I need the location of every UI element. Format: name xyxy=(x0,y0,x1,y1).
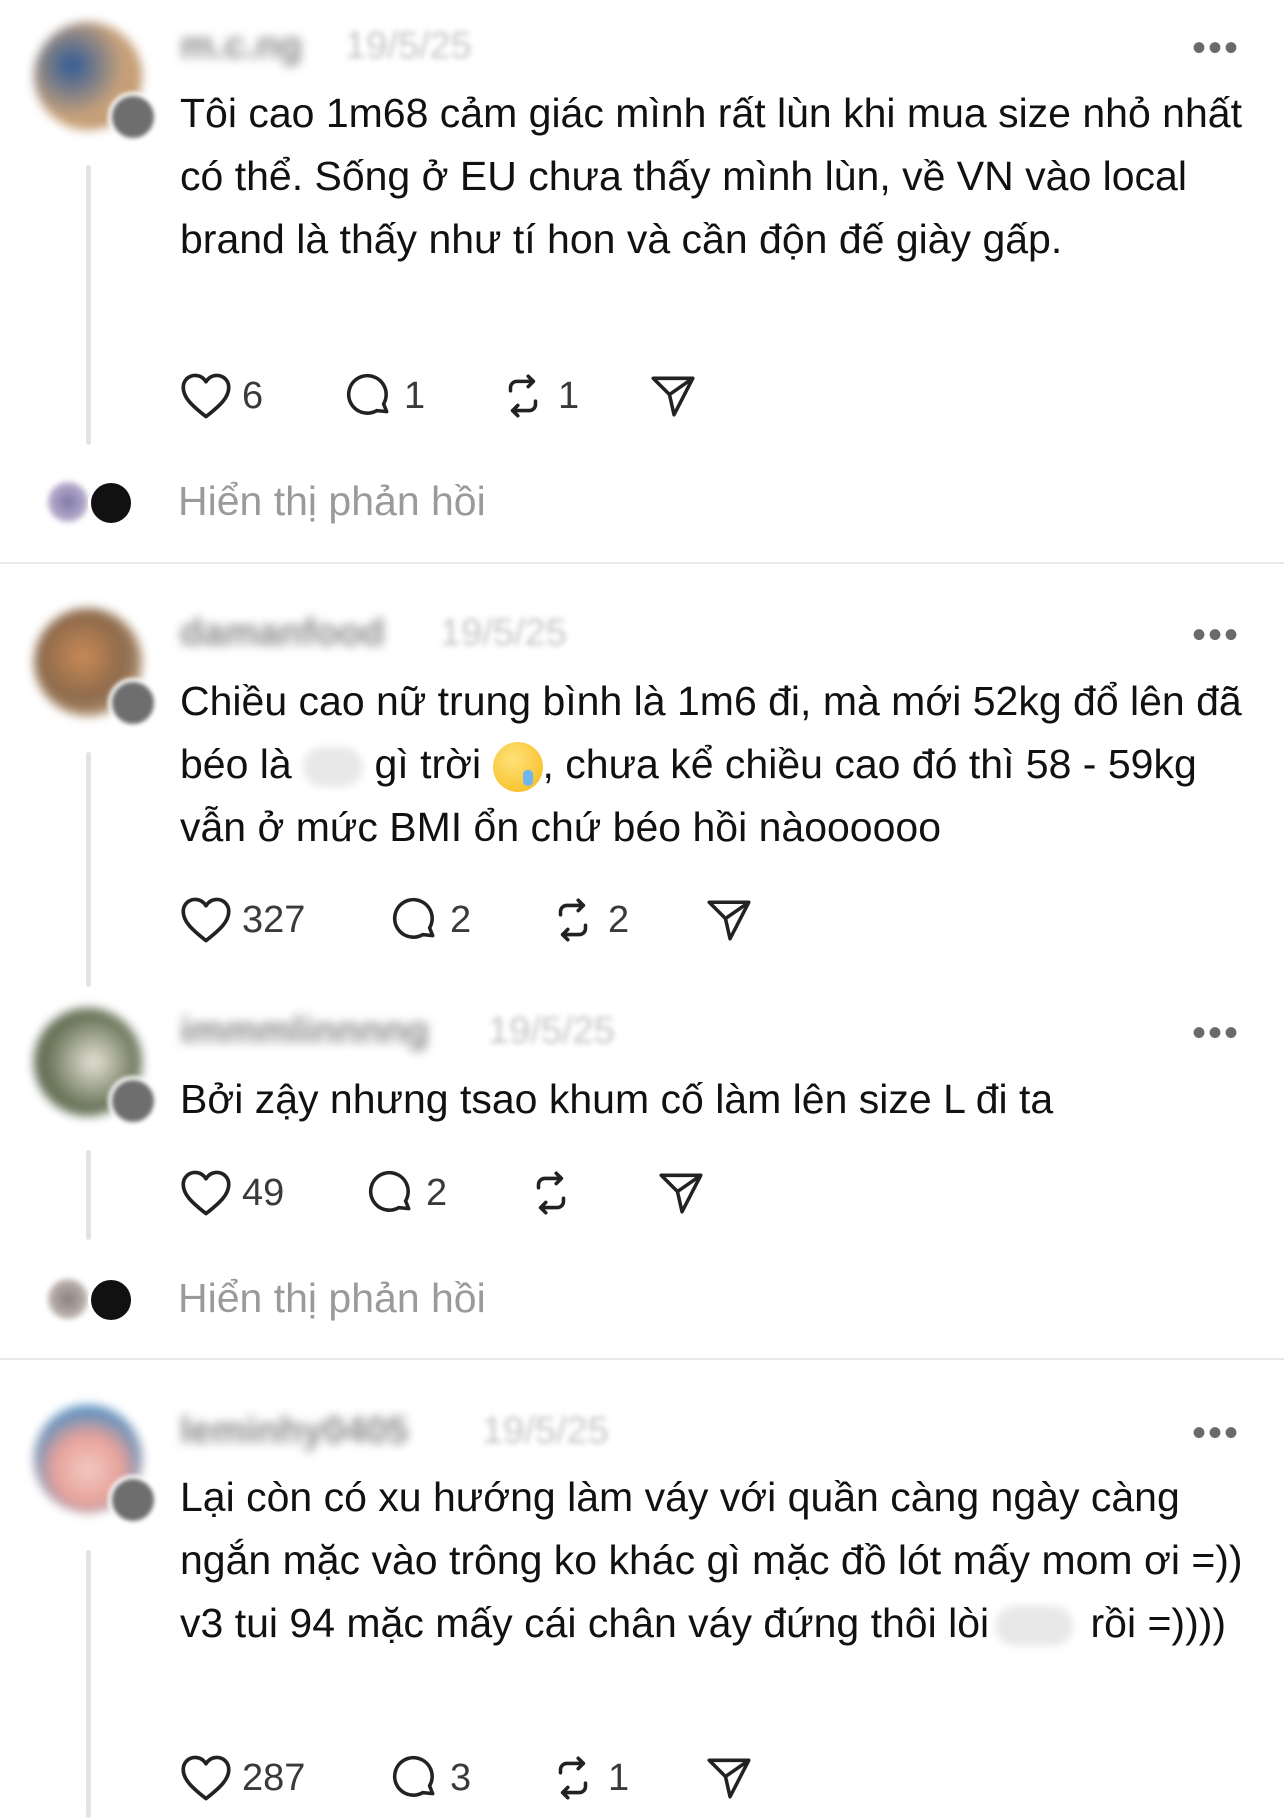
send-icon xyxy=(707,900,751,941)
share-button[interactable] xyxy=(704,1748,754,1808)
reply-button[interactable]: 3 xyxy=(390,1748,471,1808)
like-button[interactable]: 287 xyxy=(180,1748,305,1808)
send-icon xyxy=(659,1173,703,1214)
reply-avatar xyxy=(48,1279,88,1319)
username[interactable]: m.c.ng xyxy=(180,25,302,68)
heart-icon xyxy=(181,1755,231,1801)
post-date: 19/5/25 xyxy=(345,25,472,67)
heart-icon xyxy=(181,1170,231,1216)
send-icon xyxy=(651,376,695,417)
repost-icon xyxy=(508,374,538,418)
follow-badge[interactable] xyxy=(108,92,158,142)
post-text: Tôi cao 1m68 cảm giác mình rất lùn khi m… xyxy=(180,90,1254,262)
thread-line xyxy=(86,752,91,987)
reply-count: 3 xyxy=(450,1756,472,1799)
follow-badge[interactable] xyxy=(108,1076,158,1126)
post-text: Chiều cao nữ trung bình là 1m6 đi, mà mớ… xyxy=(180,670,1260,859)
repost-icon xyxy=(536,1171,566,1215)
repost-button[interactable]: 2 xyxy=(548,890,629,950)
repost-button[interactable]: 1 xyxy=(548,1748,629,1808)
like-button[interactable]: 6 xyxy=(180,366,263,426)
reply-button[interactable]: 2 xyxy=(390,890,471,950)
reply-button[interactable]: 1 xyxy=(344,366,425,426)
share-button[interactable] xyxy=(704,890,754,950)
username[interactable]: immmlinnnng xyxy=(180,1010,429,1053)
repost-button[interactable] xyxy=(526,1163,586,1223)
reply-count: 2 xyxy=(450,898,472,941)
share-button[interactable] xyxy=(648,366,698,426)
reply-count: 1 xyxy=(404,374,426,417)
post-date: 19/5/25 xyxy=(488,1010,615,1052)
show-replies-link[interactable]: Hiển thị phản hồi xyxy=(178,478,486,525)
send-icon xyxy=(707,1758,751,1799)
repost-button[interactable]: 1 xyxy=(498,366,579,426)
like-count: 327 xyxy=(242,898,306,941)
username[interactable]: leminhy0405 xyxy=(180,1410,408,1453)
more-icon[interactable]: ••• xyxy=(1192,28,1240,68)
thread-line xyxy=(86,165,91,445)
divider xyxy=(0,562,1284,564)
reply-avatar xyxy=(48,482,88,522)
repost-icon xyxy=(558,898,588,942)
comment-icon xyxy=(392,897,435,939)
like-button[interactable]: 327 xyxy=(180,890,305,950)
like-count: 287 xyxy=(242,1756,306,1799)
username[interactable]: damanfood xyxy=(180,612,385,655)
follow-badge[interactable] xyxy=(108,1475,158,1525)
censored-word xyxy=(303,747,364,788)
comment-icon xyxy=(392,1755,435,1797)
thread-line xyxy=(86,1550,91,1818)
more-icon[interactable]: ••• xyxy=(1192,1413,1240,1453)
censored-word xyxy=(995,1606,1074,1647)
repost-count: 1 xyxy=(558,374,580,417)
heart-icon xyxy=(181,373,231,419)
like-button[interactable]: 49 xyxy=(180,1163,284,1223)
post-date: 19/5/25 xyxy=(440,612,567,654)
show-replies-row[interactable]: Hiển thị phản hồi xyxy=(0,1265,1284,1335)
post-text-part: gì trời xyxy=(363,741,493,787)
crying-face-emoji-icon xyxy=(492,742,543,793)
follow-badge[interactable] xyxy=(108,678,158,728)
comment-icon xyxy=(368,1170,411,1212)
heart-icon xyxy=(181,897,231,943)
show-replies-row[interactable]: Hiển thị phản hồi xyxy=(0,468,1284,538)
post-text-part: rồi =)))) xyxy=(1079,1600,1227,1646)
reply-count: 2 xyxy=(426,1171,448,1214)
like-count: 6 xyxy=(242,374,264,417)
more-icon[interactable]: ••• xyxy=(1192,1013,1240,1053)
more-icon[interactable]: ••• xyxy=(1192,615,1240,655)
like-count: 49 xyxy=(242,1171,285,1214)
thread-line xyxy=(86,1150,91,1240)
post-text: Lại còn có xu hướng làm váy với quần càn… xyxy=(180,1466,1260,1655)
repost-count: 2 xyxy=(608,898,630,941)
share-button[interactable] xyxy=(656,1163,706,1223)
reply-avatar xyxy=(88,1277,134,1323)
reply-avatar xyxy=(88,480,134,526)
divider xyxy=(0,1358,1284,1360)
reply-button[interactable]: 2 xyxy=(366,1163,447,1223)
repost-icon xyxy=(558,1756,588,1800)
post-date: 19/5/25 xyxy=(482,1410,609,1452)
post-text: Bởi zậy nhưng tsao khum cố làm lên size … xyxy=(180,1076,1054,1122)
repost-count: 1 xyxy=(608,1756,630,1799)
comment-icon xyxy=(346,373,389,415)
show-replies-link[interactable]: Hiển thị phản hồi xyxy=(178,1275,486,1322)
